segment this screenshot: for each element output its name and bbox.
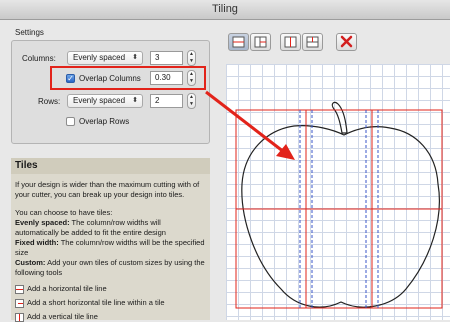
tiles-fixed: Fixed width: The column/row widths will … [15,238,206,258]
tool-row-short-horizontal: Add a short horizontal tile line within … [15,298,165,308]
tiles-custom: Custom: Add your own tiles of custom siz… [15,258,206,278]
columns-count-input[interactable]: 3 [150,51,183,65]
stepper-down-icon[interactable]: ▼ [188,58,195,65]
settings-group-label: Settings [15,28,44,37]
custom-term: Custom: [15,258,46,267]
short-vertical-tile-line-icon [306,36,319,48]
tool-row-horizontal: Add a horizontal tile line [15,284,107,294]
tool-label: Add a short horizontal tile line within … [27,298,165,307]
tiles-intro: If your design is wider than the maximum… [15,180,200,199]
short-horizontal-tile-line-button[interactable] [250,33,271,51]
columns-stepper[interactable]: ▲ ▼ [187,50,196,66]
rows-mode-value: Evenly spaced [73,96,126,105]
columns-mode-value: Evenly spaced [73,53,126,62]
fixed-term: Fixed width: [15,238,59,247]
tiles-choose: You can choose to have tiles: [15,208,113,217]
select-arrows-icon: ⬍ [132,97,138,104]
columns-label: Columns: [22,54,56,63]
horizontal-tile-line-icon [15,284,24,294]
evenly-term: Evenly spaced: [15,218,70,227]
delete-icon [340,35,353,48]
window-title: Tiling [212,3,238,15]
short-horizontal-tile-line-icon [15,298,24,308]
stepper-up-icon[interactable]: ▲ [188,51,195,58]
vertical-tile-line-button[interactable] [280,33,301,51]
tiles-help-panel: If your design is wider than the maximum… [11,174,210,322]
tool-row-vertical: Add a vertical tile line [15,312,98,322]
tiling-canvas[interactable] [226,64,450,320]
overlap-rows-checkbox[interactable] [66,117,75,126]
vertical-tile-line-icon [284,36,297,48]
vertical-tile-line-icon [15,312,24,322]
short-vertical-tile-line-button[interactable] [302,33,323,51]
tool-label: Add a horizontal tile line [27,284,107,293]
horizontal-tile-line-button[interactable] [228,33,249,51]
select-arrows-icon: ⬍ [132,54,138,61]
overlap-rows-label: Overlap Rows [79,117,130,126]
rows-mode-select[interactable]: Evenly spaced ⬍ [67,94,143,108]
delete-tile-line-button[interactable] [336,33,357,51]
tiles-header: Tiles [11,158,210,174]
rows-stepper[interactable]: ▲ ▼ [187,93,196,109]
apple-stem-shape [331,101,348,134]
rows-label: Rows: [38,97,61,106]
stepper-down-icon[interactable]: ▼ [188,101,195,108]
rows-count-input[interactable]: 2 [150,94,183,108]
short-horizontal-tile-line-icon [254,36,267,48]
stepper-up-icon[interactable]: ▲ [188,94,195,101]
columns-mode-select[interactable]: Evenly spaced ⬍ [67,51,143,65]
apple-design-shape [241,125,440,308]
title-bar: Tiling [0,0,450,20]
tiling-preview [235,101,443,309]
horizontal-tile-line-icon [232,36,245,48]
annotation-highlight-box [50,66,206,90]
tiles-evenly: Evenly spaced: The column/row widths wil… [15,218,206,238]
